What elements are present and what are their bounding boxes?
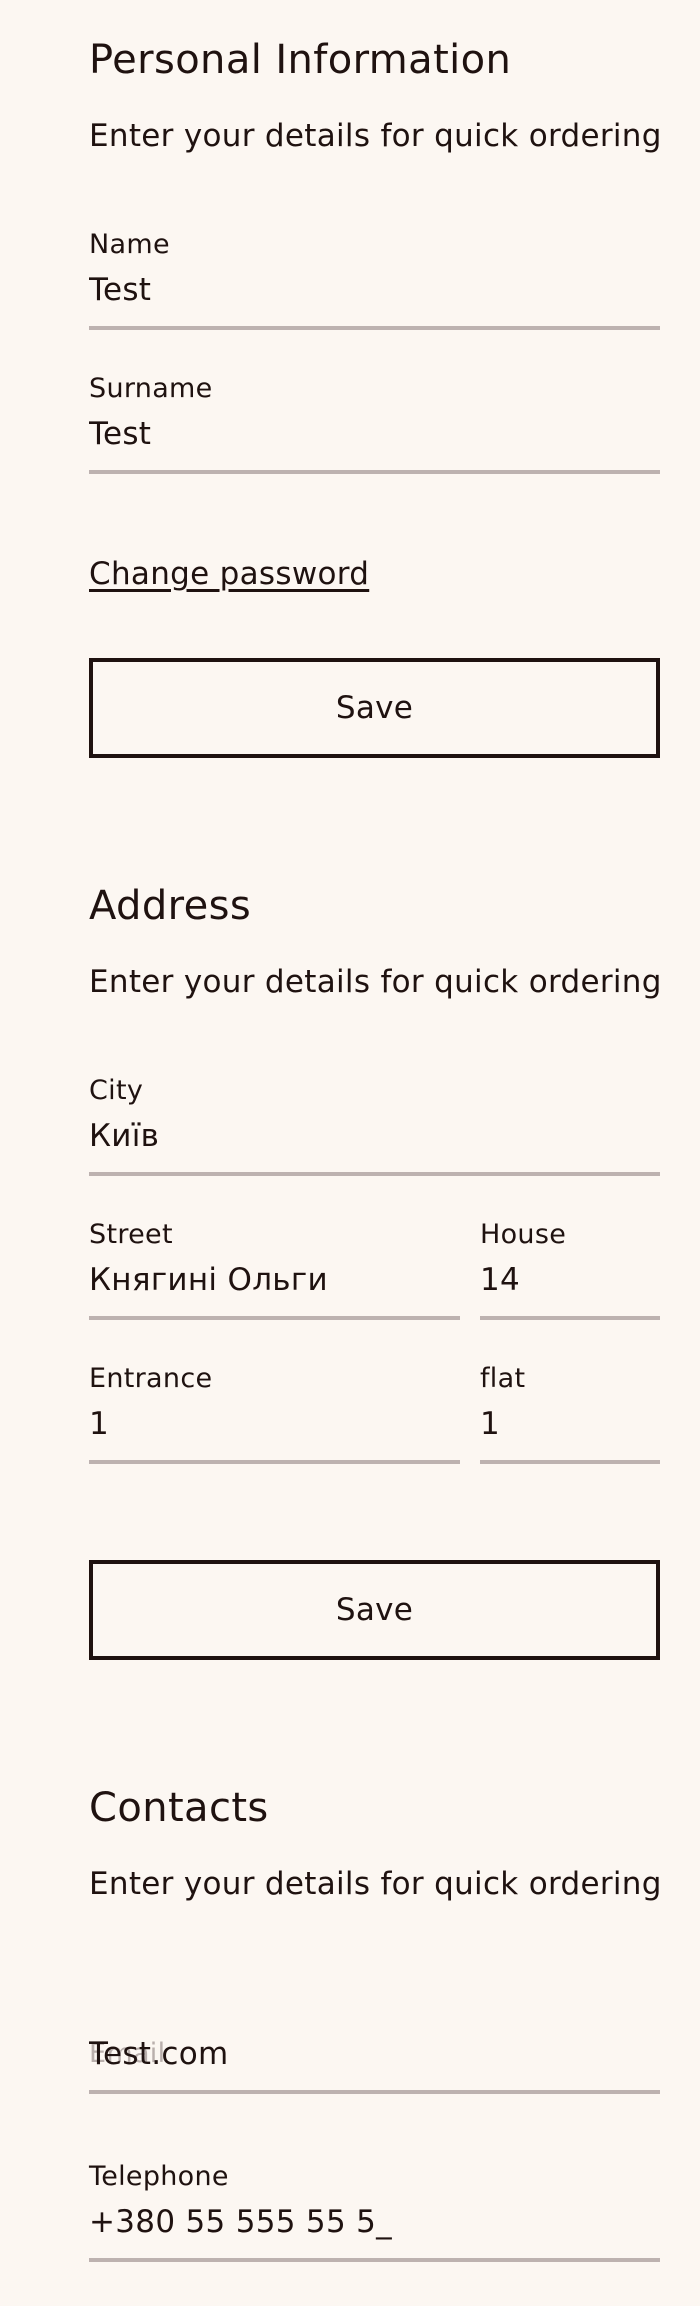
street-input[interactable] (89, 1260, 460, 1300)
house-field: House (480, 1218, 660, 1320)
house-label: House (480, 1219, 567, 1250)
personal-information-subtitle: Enter your details for quick ordering (89, 118, 662, 154)
email-field: Email (89, 1992, 660, 2094)
surname-label: Surname (89, 373, 213, 404)
telephone-input[interactable] (89, 2202, 660, 2242)
address-subtitle: Enter your details for quick ordering (89, 964, 662, 1000)
change-password-link[interactable]: Change password (89, 554, 369, 594)
name-input[interactable] (89, 270, 660, 310)
city-input[interactable] (89, 1116, 660, 1156)
address-title: Address (89, 883, 252, 929)
flat-label: flat (480, 1363, 526, 1394)
telephone-label: Telephone (89, 2161, 229, 2192)
entrance-field: Entrance (89, 1362, 460, 1464)
flat-input[interactable] (480, 1404, 660, 1444)
city-field: City (89, 1074, 660, 1176)
personal-information-title: Personal Information (89, 37, 512, 83)
name-field: Name (89, 228, 660, 330)
contacts-subtitle: Enter your details for quick ordering (89, 1866, 662, 1902)
name-label: Name (89, 229, 170, 260)
flat-field: flat (480, 1362, 660, 1464)
save-address-button[interactable]: Save (89, 1560, 660, 1660)
city-label: City (89, 1075, 144, 1106)
entrance-label: Entrance (89, 1363, 213, 1394)
surname-field: Surname (89, 372, 660, 474)
contacts-title: Contacts (89, 1785, 269, 1831)
street-label: Street (89, 1219, 173, 1250)
email-input[interactable] (89, 2034, 660, 2074)
telephone-field: Telephone (89, 2160, 660, 2262)
surname-input[interactable] (89, 414, 660, 454)
street-field: Street (89, 1218, 460, 1320)
entrance-input[interactable] (89, 1404, 460, 1444)
house-input[interactable] (480, 1260, 660, 1300)
save-personal-button[interactable]: Save (89, 658, 660, 758)
